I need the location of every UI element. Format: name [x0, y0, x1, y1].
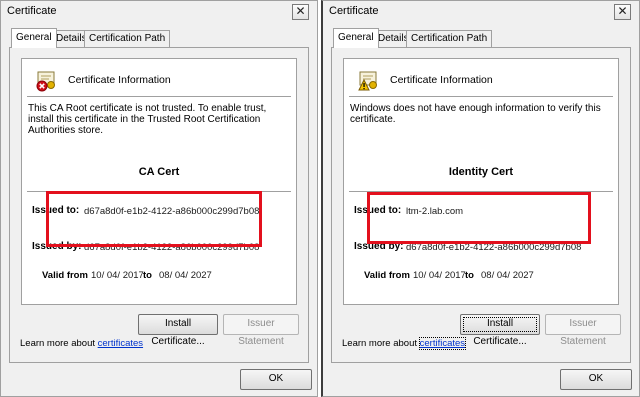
info-title: Certificate Information [68, 74, 171, 86]
cert-name: CA Cert [138, 166, 180, 178]
ok-button[interactable]: OK [240, 369, 312, 390]
close-button[interactable]: ✕ [292, 4, 309, 20]
valid-from-value: 10/ 04/ 2017 [413, 270, 466, 281]
trust-message: This CA Root certificate is not trusted.… [28, 103, 267, 136]
certificate-info-box: Certificate Information Windows does not… [343, 58, 619, 305]
valid-from-label: Valid from [364, 270, 410, 281]
trust-message: Windows does not have enough information… [350, 103, 601, 125]
close-button[interactable]: ✕ [614, 4, 631, 20]
tab-certification-path[interactable]: Certification Path [406, 30, 493, 47]
highlight-box [367, 192, 591, 244]
divider [27, 96, 291, 97]
learn-more: Learn more about certificates [342, 337, 467, 350]
title-bar: Certificate ✕ [1, 1, 317, 23]
issuer-statement-button[interactable]: Issuer Statement [545, 314, 621, 347]
install-certificate-button[interactable]: Install Certificate... [138, 314, 218, 347]
window-title: Certificate [7, 5, 57, 17]
issuer-statement-button[interactable]: Issuer Statement [223, 314, 299, 347]
ok-button[interactable]: OK [560, 369, 632, 390]
install-certificate-button[interactable]: Install Certificate... [460, 314, 540, 347]
highlight-box [46, 191, 262, 247]
tab-general[interactable]: General [11, 28, 57, 48]
cert-name: Identity Cert [448, 166, 514, 178]
title-bar: Certificate ✕ [323, 1, 639, 23]
cert-warning-icon [358, 71, 377, 91]
valid-from-value: 10/ 04/ 2017 [91, 270, 144, 281]
window-title: Certificate [329, 5, 379, 17]
tab-general[interactable]: General [333, 28, 379, 48]
info-title: Certificate Information [390, 74, 493, 86]
valid-to-value: 08/ 04/ 2027 [481, 270, 534, 281]
valid-to-value: 08/ 04/ 2027 [159, 270, 212, 281]
learn-more-text: Learn more about [20, 338, 95, 349]
divider [349, 96, 613, 97]
certificates-link[interactable]: certificates [418, 337, 467, 350]
valid-to-label: to [143, 270, 152, 281]
certificates-link[interactable]: certificates [98, 338, 143, 349]
tab-certification-path[interactable]: Certification Path [84, 30, 171, 47]
learn-more-text: Learn more about [342, 338, 417, 349]
learn-more: Learn more about certificates [20, 338, 143, 349]
certificate-info-box: Certificate Information This CA Root cer… [21, 58, 297, 305]
valid-from-label: Valid from [42, 270, 88, 281]
valid-to-label: to [465, 270, 474, 281]
cert-error-icon [36, 71, 55, 92]
